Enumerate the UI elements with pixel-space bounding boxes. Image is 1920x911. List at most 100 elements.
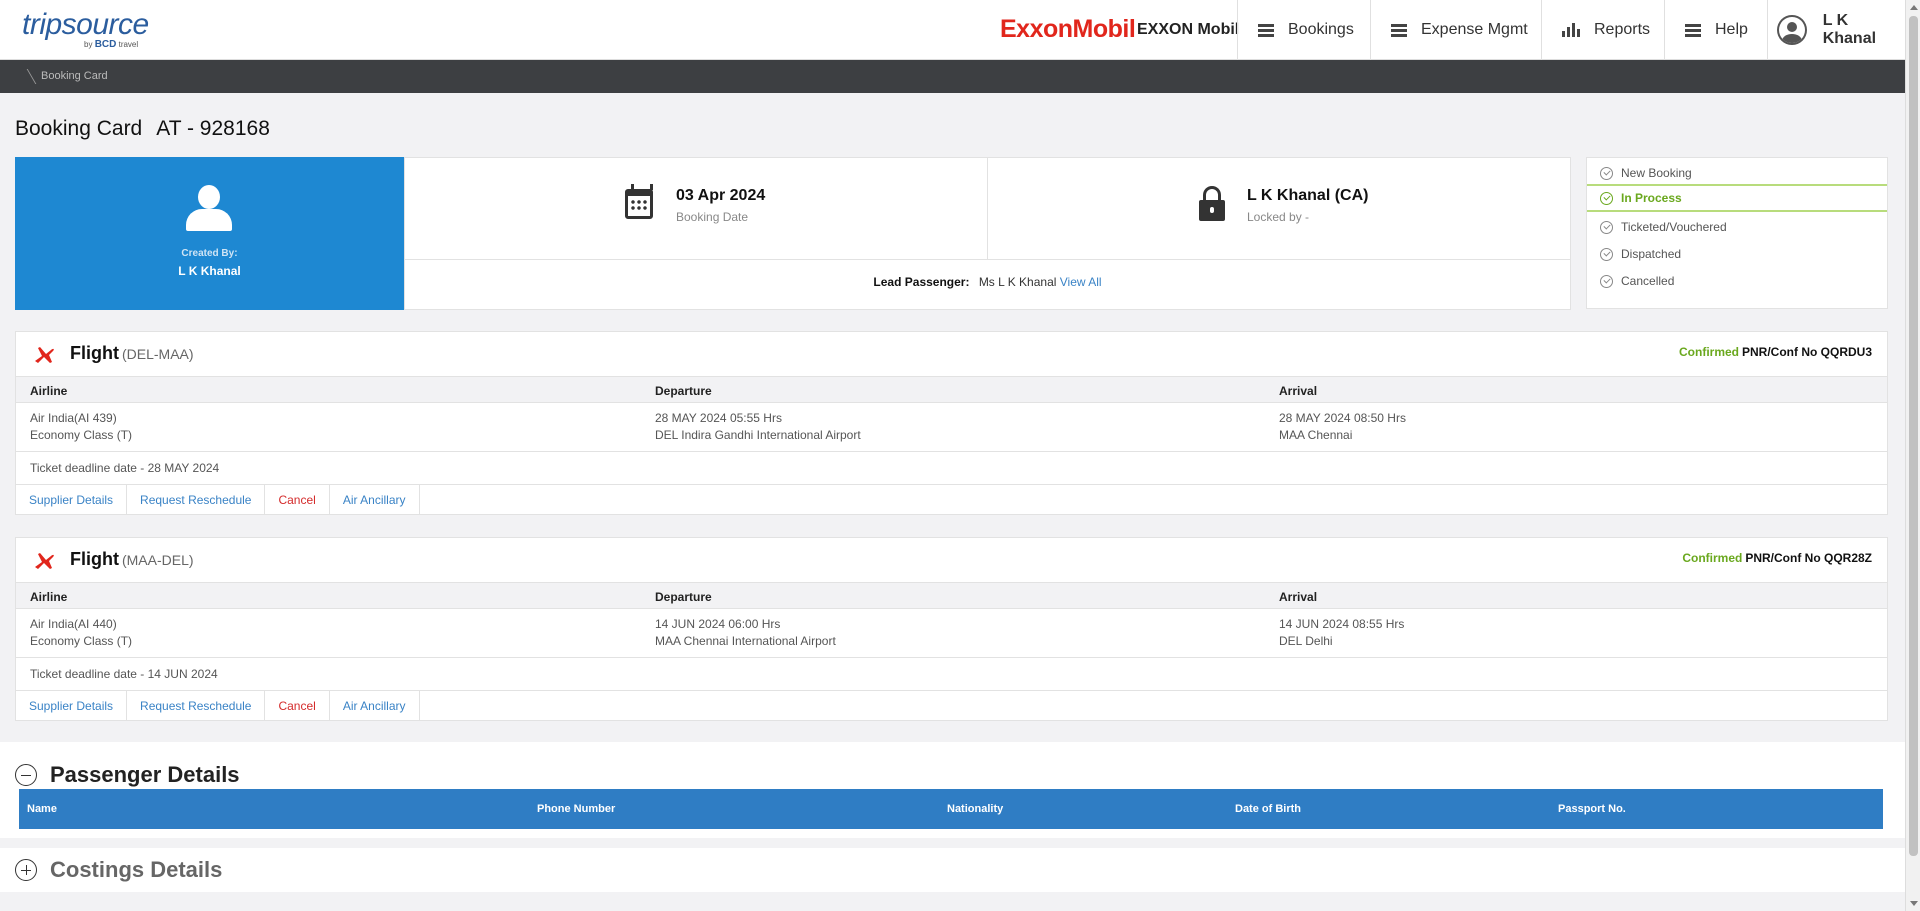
created-by-label: Created By:	[181, 248, 238, 259]
logo-subtext: by BCD travel	[84, 39, 139, 50]
confirmation-status: Confirmed PNR/Conf No QQRDU3	[1679, 345, 1872, 359]
logo-text: tripsource	[22, 8, 149, 41]
confirmed-badge: Confirmed	[1679, 345, 1739, 359]
nav-reports[interactable]: Reports	[1541, 0, 1664, 60]
check-circle-icon	[1600, 220, 1613, 234]
section-title[interactable]: Passenger Details	[50, 762, 240, 788]
table-row: Air India(AI 440) Economy Class (T) 14 J…	[16, 609, 1887, 658]
lock-icon	[1199, 186, 1225, 221]
exxonmobil-logo: ExxonMobil	[1000, 15, 1136, 43]
nav-expense-mgmt[interactable]: Expense Mgmt	[1370, 0, 1541, 60]
costings-details-section: Costings Details	[0, 848, 1905, 892]
request-reschedule-link[interactable]: Request Reschedule	[127, 485, 266, 515]
menu-icon	[1258, 23, 1274, 37]
airline-name: Air India(AI 439)	[30, 411, 117, 425]
check-circle-icon	[1600, 274, 1613, 288]
status-label: Dispatched	[1621, 247, 1682, 261]
person-icon	[185, 185, 233, 233]
cabin-class: Economy Class (T)	[30, 428, 133, 442]
arrival-time: 28 MAY 2024 08:50 Hrs	[1279, 411, 1406, 425]
company-name: EXXON Mobil	[1137, 21, 1240, 38]
lead-passenger-label: Lead Passenger:	[873, 275, 970, 289]
flight-route: (MAA-DEL)	[121, 552, 194, 568]
flight-table-header: Airline Departure Arrival	[16, 582, 1887, 609]
request-reschedule-link[interactable]: Request Reschedule	[127, 691, 266, 721]
departure-time: 28 MAY 2024 05:55 Hrs	[655, 411, 782, 425]
nav-label: Expense Mgmt	[1421, 21, 1528, 38]
booking-date-label: Booking Date	[676, 210, 749, 224]
passenger-table-header: Name Phone Number Nationality Date of Bi…	[19, 789, 1883, 829]
top-header: tripsource by BCD travel ExxonMobil EXXO…	[0, 0, 1920, 60]
col-dob[interactable]: Date of Birth	[1235, 803, 1301, 815]
cancel-link[interactable]: Cancel	[265, 691, 330, 721]
bar-chart-icon	[1562, 23, 1580, 37]
status-step-dispatched: Dispatched	[1587, 241, 1887, 267]
user-avatar-icon	[1777, 15, 1807, 45]
cancel-link[interactable]: Cancel	[265, 485, 330, 515]
col-arrival: Arrival	[1279, 384, 1318, 398]
check-circle-icon	[1600, 191, 1613, 205]
booking-id: AT - 928168	[156, 117, 270, 140]
pnr-number: PNR/Conf No QQR28Z	[1745, 551, 1872, 565]
page-title: Booking Card AT - 928168	[15, 117, 270, 141]
check-circle-icon	[1600, 166, 1613, 180]
col-airline: Airline	[30, 384, 68, 398]
nav-help[interactable]: Help	[1664, 0, 1767, 60]
air-ancillary-link[interactable]: Air Ancillary	[330, 485, 420, 515]
section-title[interactable]: Costings Details	[50, 857, 222, 883]
scroll-down-arrow-icon[interactable]	[1910, 901, 1918, 906]
nav-bookings[interactable]: Bookings	[1237, 0, 1370, 60]
pnr-number: PNR/Conf No QQRDU3	[1742, 345, 1872, 359]
status-label: Ticketed/Vouchered	[1621, 220, 1727, 234]
locked-by-name: L K Khanal (CA)	[1247, 187, 1369, 204]
breadcrumb-current: Booking Card	[41, 70, 108, 82]
col-name[interactable]: Name	[27, 803, 57, 815]
flight-table-header: Airline Departure Arrival	[16, 376, 1887, 403]
col-nationality[interactable]: Nationality	[947, 803, 1003, 815]
user-menu[interactable]: L K Khanal	[1767, 0, 1905, 60]
scrollbar-thumb[interactable]	[1909, 16, 1918, 856]
user-name: L K Khanal	[1822, 12, 1877, 47]
nav-label: Bookings	[1288, 21, 1354, 38]
col-arrival: Arrival	[1279, 590, 1318, 604]
table-row: Air India(AI 439) Economy Class (T) 28 M…	[16, 403, 1887, 452]
arrival-time: 14 JUN 2024 08:55 Hrs	[1279, 617, 1405, 631]
flight-title: Flight (MAA-DEL)	[70, 549, 194, 569]
page-title-text: Booking Card	[15, 117, 143, 140]
flight-title: Flight (DEL-MAA)	[70, 343, 194, 363]
confirmed-badge: Confirmed	[1682, 551, 1743, 565]
breadcrumb: Booking Card	[0, 60, 1905, 93]
created-by-panel: Created By: L K Khanal	[15, 157, 404, 310]
ticket-deadline: Ticket deadline date - 14 JUN 2024	[30, 667, 218, 681]
confirmation-status: Confirmed PNR/Conf No QQR28Z	[1682, 551, 1872, 565]
tripsource-logo[interactable]: tripsource by BCD travel	[22, 8, 162, 52]
col-departure: Departure	[655, 590, 712, 604]
air-ancillary-link[interactable]: Air Ancillary	[330, 691, 420, 721]
flight-route: (DEL-MAA)	[121, 346, 194, 362]
supplier-details-link[interactable]: Supplier Details	[16, 485, 128, 515]
scroll-up-arrow-icon[interactable]	[1910, 5, 1918, 10]
lead-passenger: Lead Passenger: Ms L K Khanal View All	[405, 275, 1570, 289]
nav-label: Help	[1715, 21, 1748, 38]
expand-icon[interactable]	[15, 859, 37, 881]
flight-actions: Supplier Details Request Reschedule Canc…	[16, 484, 1887, 515]
col-phone[interactable]: Phone Number	[537, 803, 615, 815]
collapse-icon[interactable]	[15, 764, 37, 786]
page-scrollbar[interactable]	[1905, 0, 1920, 911]
booking-status-panel: New Booking In Process Ticketed/Vouchere…	[1586, 157, 1888, 309]
col-departure: Departure	[655, 384, 712, 398]
departure-airport: MAA Chennai International Airport	[655, 634, 836, 648]
col-passport[interactable]: Passport No.	[1558, 803, 1626, 815]
airplane-icon	[35, 347, 54, 363]
divider	[987, 158, 988, 259]
supplier-details-link[interactable]: Supplier Details	[16, 691, 128, 721]
flight-card: Flight (MAA-DEL) Confirmed PNR/Conf No QQR…	[15, 537, 1888, 721]
status-label: In Process	[1621, 191, 1682, 205]
departure-time: 14 JUN 2024 06:00 Hrs	[655, 617, 781, 631]
calendar-icon	[625, 184, 653, 219]
passenger-details-section: Passenger Details Name Phone Number Nati…	[0, 742, 1905, 838]
status-label: Cancelled	[1621, 274, 1675, 288]
flight-card: Flight (DEL-MAA) Confirmed PNR/Conf No QQR…	[15, 331, 1888, 515]
view-all-link[interactable]: View All	[1060, 275, 1102, 289]
col-airline: Airline	[30, 590, 68, 604]
